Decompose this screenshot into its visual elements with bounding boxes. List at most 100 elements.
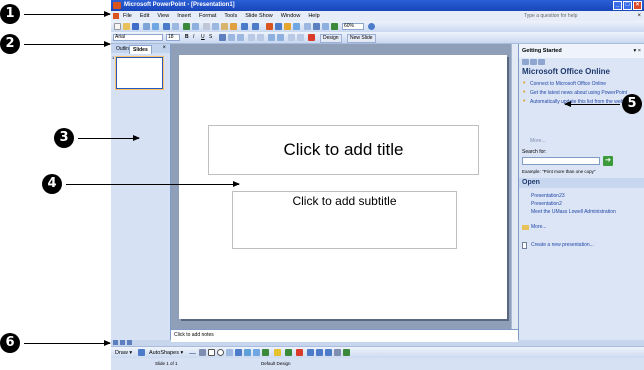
select-objects-icon[interactable] [138,349,145,356]
wordart-icon[interactable] [235,349,242,356]
show-formatting-icon[interactable] [313,23,320,30]
decrease-font-icon[interactable] [277,34,284,41]
print-icon[interactable] [163,23,170,30]
insert-table-icon[interactable] [275,23,282,30]
align-right-icon[interactable] [237,34,244,41]
new-icon[interactable] [114,23,121,30]
document-icon[interactable] [113,13,119,19]
tables-borders-icon[interactable] [284,23,291,30]
bold-button[interactable]: B [185,33,189,42]
paste-icon[interactable] [221,23,228,30]
oval-icon[interactable] [217,349,224,356]
menu-window[interactable]: Window [281,11,301,21]
notes-pane[interactable]: Click to add notes [171,329,518,342]
font-color-draw-icon[interactable] [296,349,303,356]
task-pane-close-button[interactable]: ▾ × [633,44,641,58]
font-name-select[interactable]: Arial [113,34,163,41]
title-placeholder[interactable]: Click to add title [208,125,479,175]
subtitle-placeholder[interactable]: Click to add subtitle [232,191,457,249]
minimize-button[interactable]: _ [613,1,622,10]
forward-icon[interactable] [530,59,537,65]
cut-icon[interactable] [203,23,210,30]
close-window-button[interactable]: × [633,1,642,10]
tab-slides[interactable]: Slides [129,45,152,54]
arrow-icon[interactable] [199,349,206,356]
redo-icon[interactable] [252,23,259,30]
grid-icon[interactable] [322,23,329,30]
slide-canvas[interactable]: Click to add title Click to add subtitle [179,55,507,319]
clip-art-icon[interactable] [253,349,260,356]
link-latest-news[interactable]: Get the latest news about using PowerPoi… [522,90,632,96]
menu-format[interactable]: Format [199,11,216,21]
align-left-icon[interactable] [219,34,226,41]
menu-tools[interactable]: Tools [224,11,237,21]
decrease-indent-icon[interactable] [288,34,295,41]
menu-slide-show[interactable]: Slide Show [245,11,273,21]
font-color-icon[interactable] [308,34,315,41]
close-document-button[interactable]: × [637,11,641,21]
create-new-presentation-link[interactable]: Create a new presentation... [531,242,631,248]
arrow-style-icon[interactable] [325,349,332,356]
numbering-icon[interactable] [248,34,255,41]
slide-sorter-icon[interactable] [120,340,125,345]
color-grayscale-icon[interactable] [331,23,338,30]
menu-file[interactable]: File [123,11,132,21]
help-icon[interactable] [368,23,375,30]
title-bar[interactable]: Microsoft PowerPoint - [Presentation1] _… [111,0,644,11]
diagram-icon[interactable] [244,349,251,356]
permission-icon[interactable] [143,23,150,30]
menu-insert[interactable]: Insert [177,11,191,21]
back-icon[interactable] [522,59,529,65]
menu-view[interactable]: View [157,11,169,21]
normal-view-icon[interactable] [113,340,118,345]
open-item-umass[interactable]: Meet the UMass Lowell Administration [531,209,631,215]
align-center-icon[interactable] [228,34,235,41]
search-input[interactable] [522,157,600,165]
font-size-select[interactable]: 18 [166,34,180,41]
shadow-style-icon[interactable] [334,349,341,356]
shadow-button[interactable]: S [209,33,212,42]
help-question-input[interactable]: Type a question for help [524,12,614,20]
increase-indent-icon[interactable] [297,34,304,41]
spelling-icon[interactable] [183,23,190,30]
insert-chart-icon[interactable] [266,23,273,30]
menu-help[interactable]: Help [308,11,319,21]
slide-thumbnail[interactable] [116,57,163,89]
slide-show-icon[interactable] [127,340,132,345]
restore-button[interactable]: □ [623,1,632,10]
zoom-select[interactable]: 60% [342,23,364,30]
home-icon[interactable] [538,59,545,65]
email-icon[interactable] [152,23,159,30]
close-pane-button[interactable]: × [162,44,166,53]
italic-button[interactable]: I [193,33,194,42]
line-color-icon[interactable] [285,349,292,356]
line-style-icon[interactable] [307,349,314,356]
print-preview-icon[interactable] [172,23,179,30]
menu-edit[interactable]: Edit [140,11,149,21]
3d-style-icon[interactable] [343,349,350,356]
picture-icon[interactable] [262,349,269,356]
insert-hyperlink-icon[interactable] [293,23,300,30]
copy-icon[interactable] [212,23,219,30]
save-icon[interactable] [132,23,139,30]
link-connect-office-online[interactable]: Connect to Microsoft Office Online [522,81,632,87]
search-go-button[interactable]: ➔ [603,156,613,166]
expand-all-icon[interactable] [304,23,311,30]
underline-button[interactable]: U [201,33,205,42]
format-painter-icon[interactable] [230,23,237,30]
open-item-presentation2[interactable]: Presentation2 [531,201,631,207]
open-more-link[interactable]: More... [531,224,631,230]
fill-color-icon[interactable] [274,349,281,356]
bullets-icon[interactable] [257,34,264,41]
new-slide-button[interactable]: New Slide [347,34,376,43]
rectangle-icon[interactable] [208,349,215,356]
undo-icon[interactable] [241,23,248,30]
design-button[interactable]: Design [320,34,342,43]
text-box-icon[interactable] [226,349,233,356]
dash-style-icon[interactable] [316,349,323,356]
line-icon[interactable] [189,353,196,354]
more-link[interactable]: More... [530,138,546,144]
increase-font-icon[interactable] [268,34,275,41]
research-icon[interactable] [192,23,199,30]
open-item-presentation23[interactable]: Presentation23 [531,193,631,199]
